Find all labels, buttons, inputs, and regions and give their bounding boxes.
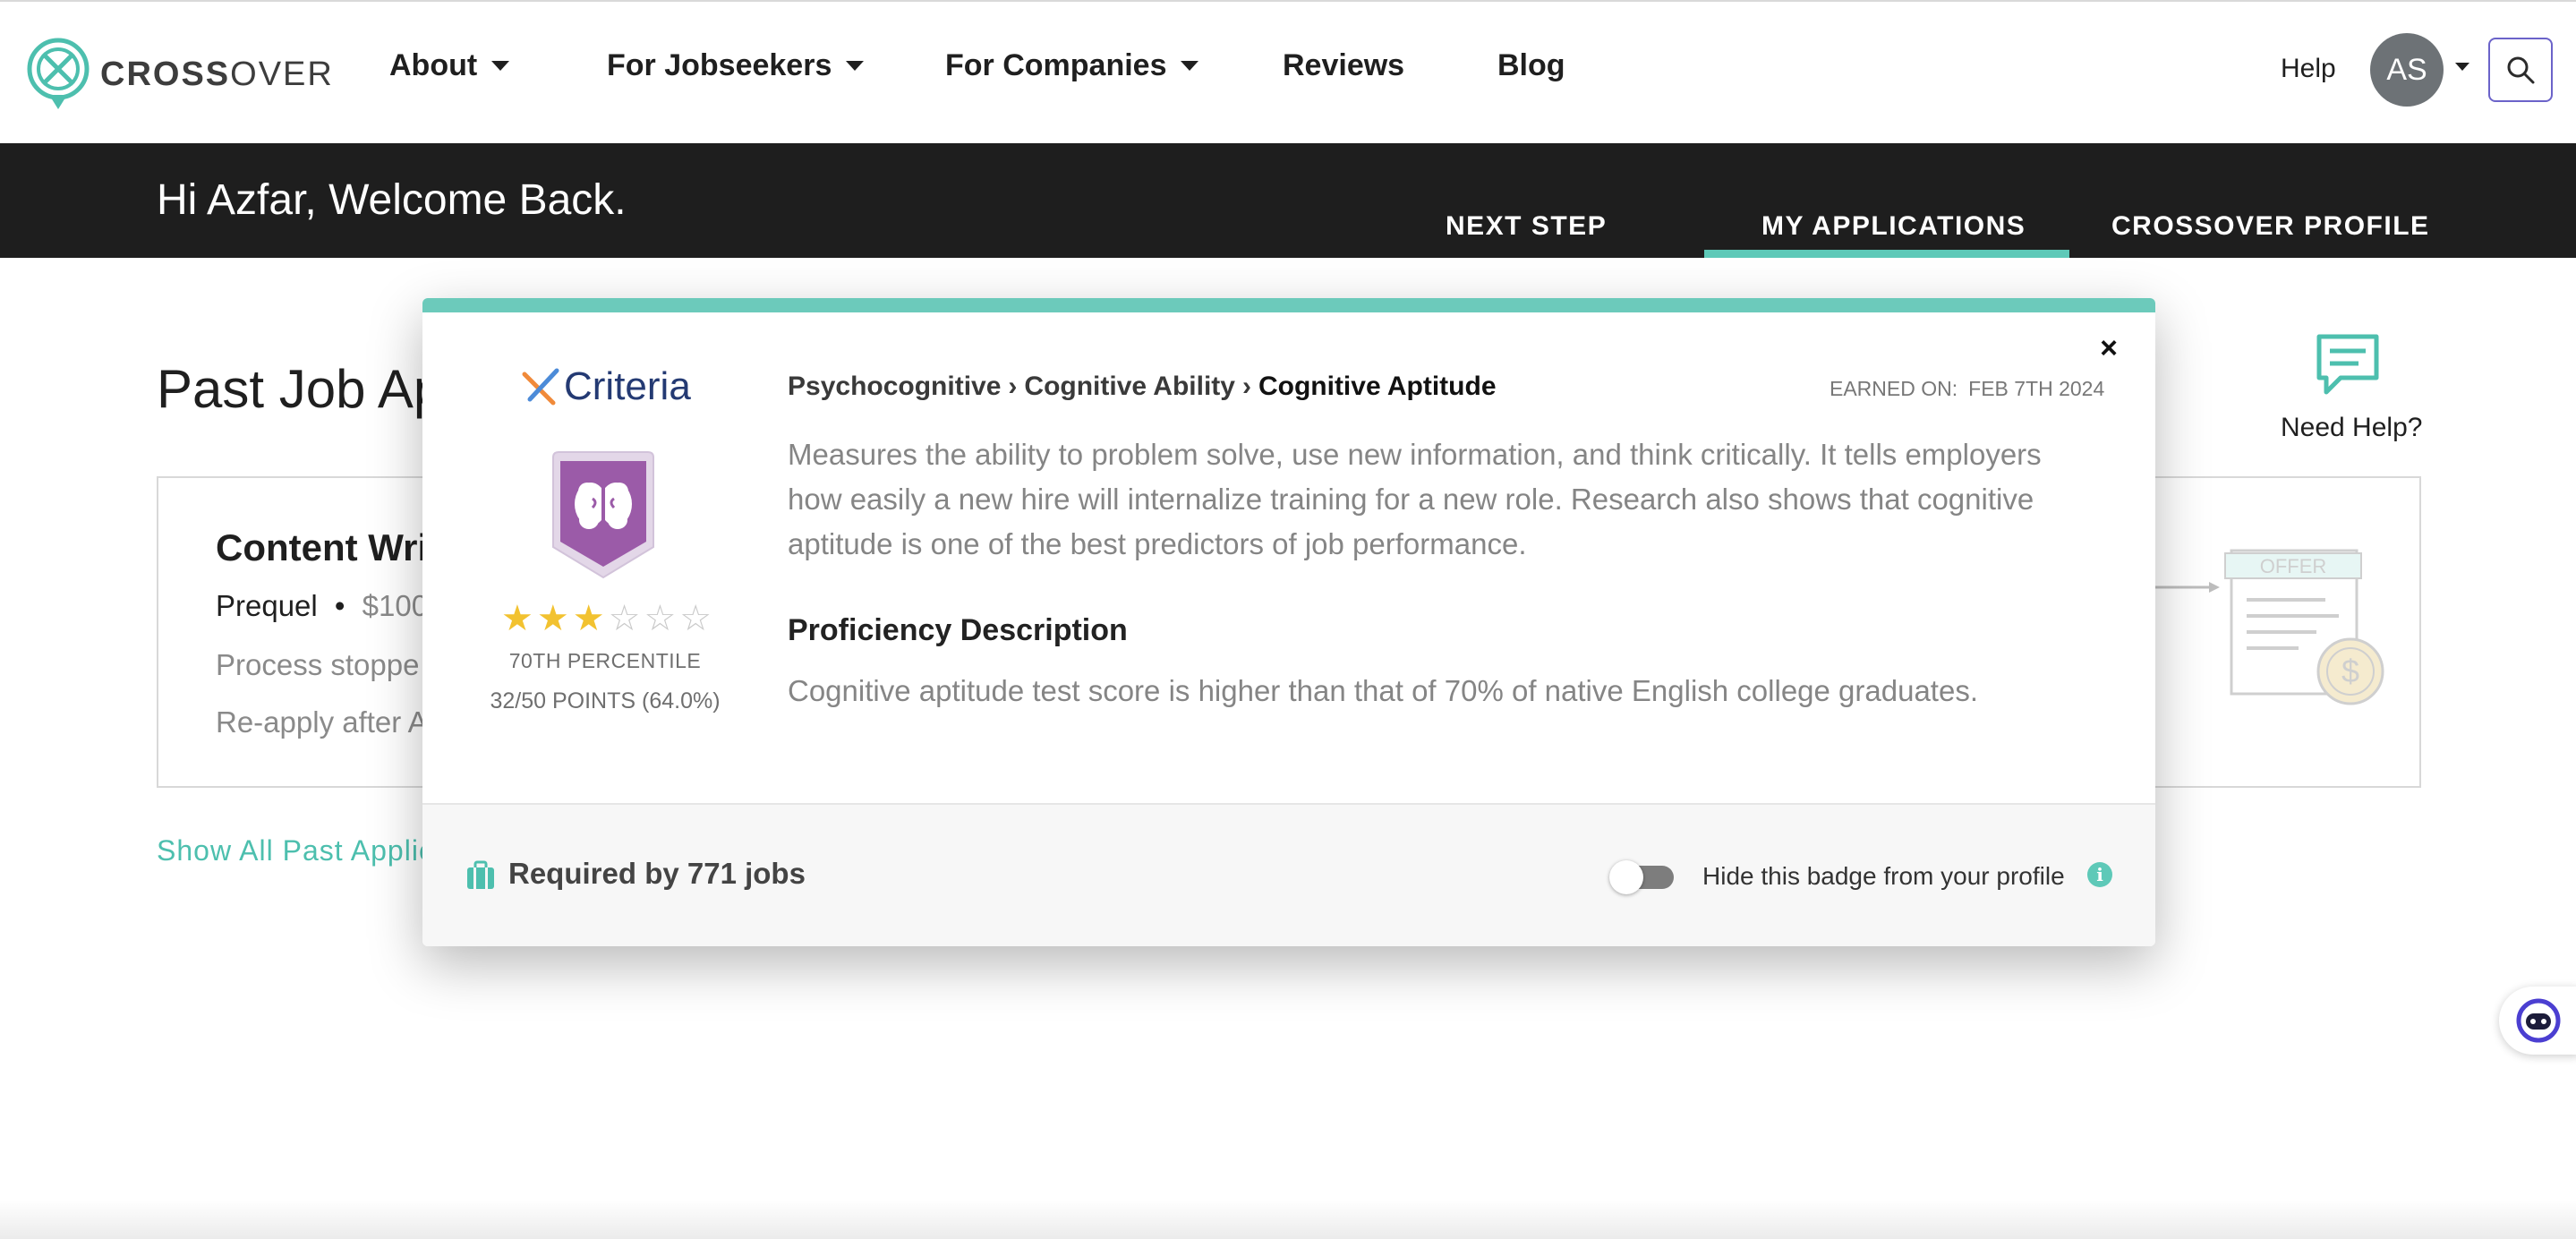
tab-next-step[interactable]: NEXT STEP — [1446, 211, 1607, 242]
job-title[interactable]: Content Wri — [216, 526, 428, 569]
star-filled-icon: ★ — [572, 599, 605, 638]
badge-category-breadcrumb: Psychocognitive › Cognitive Ability › Cognit… — [788, 372, 1497, 402]
reapply-date: Re-apply after A — [216, 705, 428, 739]
avatar[interactable]: AS — [2370, 33, 2444, 107]
need-help-label: Need Help? — [2281, 413, 2423, 442]
required-by-jobs: Required by 771 jobs — [508, 857, 806, 890]
nav-blog[interactable]: Blog — [1497, 48, 1565, 83]
nav-for-jobseekers[interactable]: For Jobseekers — [607, 48, 865, 83]
hide-badge-label: Hide this badge from your profile — [1702, 862, 2065, 890]
search-button[interactable] — [2488, 38, 2553, 102]
site-header: CROSSOVER About For Jobseekers For Compa… — [0, 0, 2576, 143]
offer-label: OFFER — [2260, 555, 2327, 577]
crumb-category: Psychocognitive — [788, 372, 1002, 401]
chatbot-launcher[interactable] — [2499, 987, 2576, 1055]
earned-on: EARNED ON: FEB 7TH 2024 — [1830, 377, 2104, 401]
criteria-wordmark: Criteria — [564, 364, 691, 408]
welcome-message: Hi Azfar, Welcome Back. — [157, 176, 627, 224]
crumb-badge-name: Cognitive Aptitude — [1258, 372, 1497, 401]
star-filled-icon: ★ — [501, 599, 533, 638]
crossover-logo[interactable]: CROSSOVER — [25, 36, 334, 113]
star-empty-icon: ☆ — [679, 599, 712, 638]
star-empty-icon: ☆ — [644, 599, 677, 638]
earned-label: EARNED ON: — [1830, 377, 1958, 400]
modal-accent-bar — [422, 298, 2155, 312]
toggle-knob — [1609, 860, 1643, 894]
job-meta: Prequel • $100k — [216, 589, 443, 623]
show-all-past-applications-link[interactable]: Show All Past Applic — [157, 834, 434, 867]
info-icon[interactable]: i — [2087, 862, 2112, 887]
help-link[interactable]: Help — [2281, 54, 2336, 84]
meta-separator: • — [334, 589, 345, 622]
proficiency-title: Proficiency Description — [788, 613, 1128, 647]
tab-crossover-profile[interactable]: CROSSOVER PROFILE — [2111, 211, 2430, 242]
criteria-logo: Criteria — [521, 364, 691, 409]
close-button[interactable]: × — [2091, 330, 2127, 366]
percentile-label: 70TH PERCENTILE — [508, 649, 702, 672]
chevron-right-icon: › — [1008, 372, 1018, 401]
avatar-chevron-down-icon[interactable] — [2455, 63, 2469, 71]
briefcase-icon — [467, 860, 494, 889]
offer-letter-illustration: OFFER $ — [2155, 549, 2384, 705]
hide-badge-toggle[interactable] — [1609, 860, 1676, 894]
chevron-right-icon: › — [1241, 372, 1251, 401]
chevron-down-icon — [491, 61, 510, 71]
crossover-logo-icon — [27, 38, 90, 109]
criteria-logo-icon — [522, 368, 559, 406]
process-status: Process stoppe — [216, 648, 420, 681]
star-empty-icon: ☆ — [608, 599, 641, 638]
crumb-subcategory: Cognitive Ability — [1024, 372, 1235, 401]
star-filled-icon: ★ — [536, 599, 569, 638]
nav-for-companies[interactable]: For Companies — [945, 48, 1199, 83]
page-bottom-shadow — [0, 1200, 2576, 1239]
active-tab-indicator — [1704, 250, 2069, 258]
earned-date: FEB 7TH 2024 — [1968, 377, 2105, 400]
page-title: Past Job Ap — [157, 359, 444, 419]
chevron-down-icon — [846, 61, 865, 71]
badge-detail-modal: × Criteria ★ ★ ★ ☆ ☆ ☆ 70TH PERCENTILE 3… — [422, 298, 2155, 946]
search-icon — [2507, 56, 2535, 84]
badge-description: Measures the ability to problem solve, u… — [788, 438, 2042, 560]
company-name: Prequel — [216, 589, 318, 622]
tab-my-applications[interactable]: MY APPLICATIONS — [1761, 211, 2026, 242]
brain-badge-icon — [552, 451, 654, 579]
rating-stars: ★ ★ ★ ☆ ☆ ☆ — [501, 601, 712, 637]
welcome-band: Hi Azfar, Welcome Back. NEXT STEP MY APP… — [0, 143, 2576, 258]
chatbot-icon — [2516, 998, 2561, 1043]
logo-wordmark: CROSSOVER — [100, 55, 334, 93]
need-help-widget[interactable]: Need Help? — [2281, 331, 2423, 443]
proficiency-text: Cognitive aptitude test score is higher … — [788, 674, 1978, 707]
svg-text:$: $ — [2341, 653, 2359, 689]
points-label: 32/50 POINTS (64.0%) — [490, 688, 721, 713]
nav-about[interactable]: About — [389, 48, 510, 83]
modal-footer: Required by 771 jobs Hide this badge fro… — [422, 803, 2155, 946]
chat-bubble-icon — [2316, 334, 2379, 395]
nav-reviews[interactable]: Reviews — [1283, 48, 1404, 83]
chevron-down-icon — [1181, 61, 1199, 71]
